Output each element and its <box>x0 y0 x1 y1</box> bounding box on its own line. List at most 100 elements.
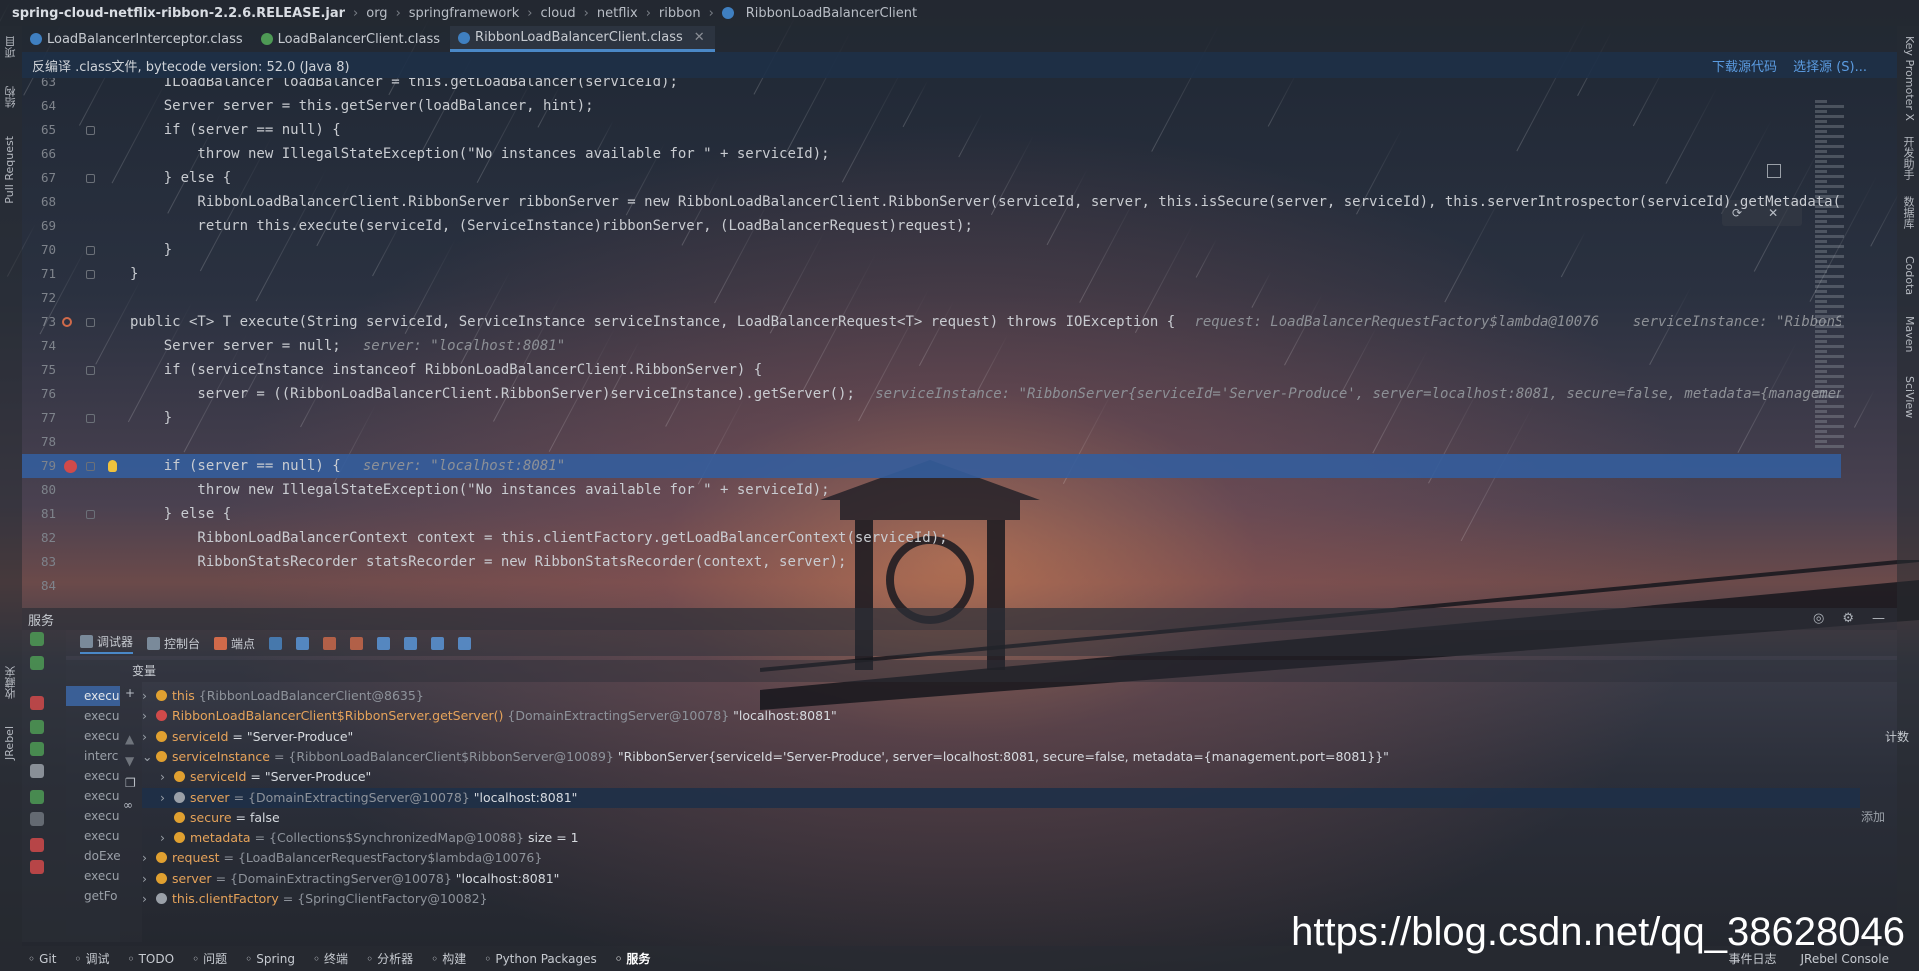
stop-icon[interactable] <box>30 696 44 710</box>
step-into-icon[interactable] <box>323 636 337 650</box>
right-tool-1[interactable]: 开发助手 <box>1900 136 1916 180</box>
choose-source-link[interactable]: 选择源 (S)... <box>1793 56 1867 75</box>
frame-item[interactable]: execu <box>66 786 120 806</box>
debug-tab-0[interactable]: 调试器 <box>80 633 134 654</box>
move-down-icon[interactable]: ▼ <box>125 754 134 768</box>
fold-marker-icon[interactable] <box>86 318 95 327</box>
frame-item[interactable]: doExe <box>66 846 120 866</box>
left-tool-2[interactable]: Pull Request <box>3 136 16 204</box>
bottom-tool-5[interactable]: ◦ 终端 <box>313 950 348 967</box>
bottom-tool-8[interactable]: ◦ Python Packages <box>484 952 596 966</box>
expand-arrow-icon[interactable]: ⌄ <box>142 747 156 767</box>
code-line[interactable]: 64 Server server = this.getServer(loadBa… <box>22 94 1841 118</box>
code-line[interactable]: 67 } else { <box>22 166 1841 190</box>
expand-arrow-icon[interactable]: › <box>160 767 174 787</box>
tab-2[interactable]: RibbonLoadBalancerClient.class ✕ <box>450 26 715 52</box>
code-line[interactable]: 70 } <box>22 238 1841 262</box>
glasses-icon[interactable]: ∞ <box>123 798 133 812</box>
code-line[interactable]: 66 throw new IllegalStateException("No i… <box>22 142 1841 166</box>
bottom-tool-2[interactable]: ◦ TODO <box>128 952 175 966</box>
code-line[interactable]: 73 public <T> T execute(String serviceId,… <box>22 310 1841 334</box>
wrench-icon[interactable] <box>30 764 44 778</box>
fold-marker-icon[interactable] <box>86 510 95 519</box>
expand-arrow-icon[interactable]: › <box>142 869 156 889</box>
bottom-tool-3[interactable]: ◦ 问题 <box>192 950 227 967</box>
code-editor[interactable]: ⟳ ✕ 63 ILoadBalancer loadBalancer = this… <box>22 78 1841 598</box>
debug-tab-1[interactable]: 控制台 <box>147 635 200 652</box>
code-line[interactable]: 78 <box>22 430 1841 454</box>
pause-icon[interactable] <box>30 812 44 826</box>
fold-marker-icon[interactable] <box>86 414 95 423</box>
frame-item[interactable]: execu <box>66 766 120 786</box>
drop-frame-icon[interactable] <box>404 636 418 650</box>
copy-icon[interactable]: ❐ <box>125 776 136 790</box>
expand-arrow-icon[interactable]: › <box>142 706 156 726</box>
frame-item[interactable]: execu <box>66 826 120 846</box>
fold-marker-icon[interactable] <box>86 366 95 375</box>
variable-row[interactable]: › request = {LoadBalancerRequestFactory$l… <box>142 848 1842 868</box>
frame-item[interactable]: execu <box>66 806 120 826</box>
close-tab-icon[interactable]: ✕ <box>694 30 705 45</box>
code-line[interactable]: 68 RibbonLoadBalancerClient.RibbonServer… <box>22 190 1841 214</box>
breakpoint-icon[interactable] <box>64 460 77 473</box>
variable-row[interactable]: › serviceId = "Server-Produce" <box>142 727 1842 747</box>
code-minimap[interactable] <box>1815 98 1861 528</box>
code-line[interactable]: 69 return this.execute(serviceId, (Servi… <box>22 214 1841 238</box>
tab-0[interactable]: LoadBalancerInterceptor.class <box>22 26 253 52</box>
breadcrumb-item[interactable]: springframework <box>409 6 519 21</box>
fold-marker-icon[interactable] <box>86 270 95 279</box>
left-tool-3[interactable]: 收藏夹 <box>3 666 19 699</box>
globe-icon[interactable]: ◎ <box>1813 611 1824 626</box>
add-label[interactable]: 添加 <box>1861 808 1885 825</box>
variable-row[interactable]: › this.clientFactory = {SpringClientFacto… <box>142 889 1842 909</box>
breadcrumb-item[interactable]: spring-cloud-netflix-ribbon-2.2.6.RELEAS… <box>12 6 345 21</box>
fold-marker-icon[interactable] <box>86 174 95 183</box>
bottom-tool-6[interactable]: ◦ 分析器 <box>366 950 413 967</box>
right-tool-5[interactable]: SciView <box>1903 376 1916 418</box>
gear-icon[interactable]: ⚙ <box>1842 611 1854 626</box>
right-tool-0[interactable]: Key Promoter X <box>1903 36 1916 121</box>
variable-row[interactable]: › server = {DomainExtractingServer@10078}… <box>142 787 1860 808</box>
code-line[interactable]: 74 Server server = null; server: "localh… <box>22 334 1841 358</box>
breadcrumb-item[interactable]: netflix <box>597 6 638 21</box>
download-source-link[interactable]: 下载源代码 <box>1712 56 1777 75</box>
code-line[interactable]: 71} <box>22 262 1841 286</box>
mute-breakpoints-icon[interactable] <box>30 860 44 874</box>
frame-item[interactable]: execu <box>66 726 120 746</box>
breadcrumb-item[interactable]: org <box>366 6 387 21</box>
breadcrumb-item[interactable]: ribbon <box>659 6 701 21</box>
left-tool-1[interactable]: 结构 <box>3 86 19 108</box>
show-execution-point-icon[interactable] <box>269 636 283 650</box>
move-up-icon[interactable]: ▲ <box>125 732 134 746</box>
code-line[interactable]: 81 } else { <box>22 502 1841 526</box>
code-line[interactable]: 80 throw new IllegalStateException("No i… <box>22 478 1841 502</box>
frame-item[interactable]: getFo <box>66 886 120 906</box>
code-line[interactable]: 77 } <box>22 406 1841 430</box>
bottom-tool-9[interactable]: ◦ 服务 <box>615 950 651 967</box>
fold-marker-icon[interactable] <box>86 462 95 471</box>
lightbulb-icon[interactable] <box>108 460 117 472</box>
variable-row[interactable]: › server = {DomainExtractingServer@10078}… <box>142 869 1842 889</box>
code-line[interactable]: 76 server = ((RibbonLoadBalancerClient.R… <box>22 382 1841 406</box>
force-step-into-icon[interactable] <box>350 636 364 650</box>
bottom-tool-4[interactable]: ◦ Spring <box>245 952 295 966</box>
run-to-cursor-icon[interactable] <box>431 636 445 650</box>
frame-item[interactable]: execu <box>66 866 120 886</box>
fold-marker-icon[interactable] <box>86 126 95 135</box>
code-line[interactable]: 84 <box>22 574 1841 598</box>
resume-all-icon[interactable] <box>30 656 44 670</box>
variable-row[interactable]: ⌄ serviceInstance = {RibbonLoadBalancerCl… <box>142 747 1842 767</box>
deploy-icon[interactable] <box>30 742 44 756</box>
tab-1[interactable]: LoadBalancerClient.class <box>253 26 450 52</box>
minimize-icon[interactable]: — <box>1872 611 1885 626</box>
step-over-icon[interactable] <box>296 636 310 650</box>
expand-arrow-icon[interactable]: › <box>160 828 174 848</box>
add-watch-icon[interactable]: + <box>125 686 135 700</box>
expand-arrow-icon[interactable]: › <box>142 889 156 909</box>
debug-tab-2[interactable]: 端点 <box>214 635 255 652</box>
left-tool-4[interactable]: JRebel <box>3 726 16 760</box>
resume-icon[interactable] <box>30 790 44 804</box>
right-tool-2[interactable]: 数据库 <box>1900 196 1916 229</box>
code-line[interactable]: 72 <box>22 286 1841 310</box>
variable-row[interactable]: secure = false <box>142 808 1860 828</box>
